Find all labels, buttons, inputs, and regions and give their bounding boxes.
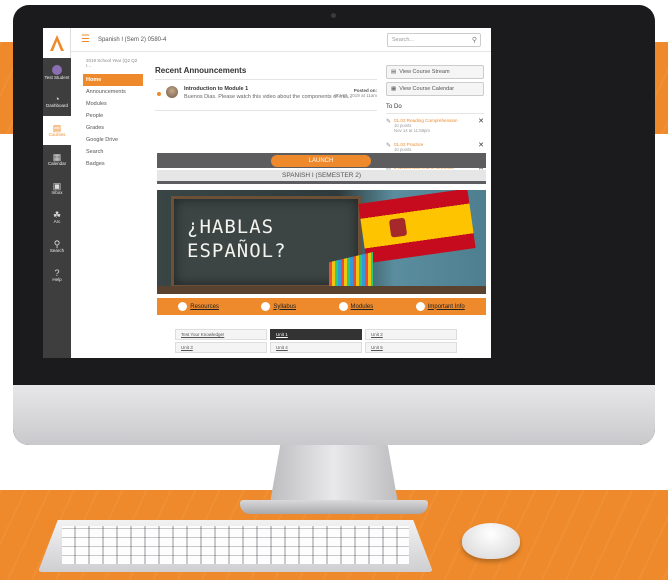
syllabus-icon [261,302,271,311]
unit-row: Test Your Knowledge! Unit 1 Unit 2 [175,329,471,340]
assignment-icon: ✎ [386,119,392,125]
button-label: View Course Stream [399,69,450,75]
course-nav-modules[interactable]: Modules [83,98,143,110]
unit-row: Unit 3 Unit 4 Unit 5 [175,342,471,353]
global-nav-calendar[interactable]: ▦ Calendar [43,145,71,174]
author-avatar [166,86,178,98]
course-title: SPANISH I (SEMESTER 2) [157,170,486,184]
todo-heading: To Do [386,104,484,114]
app-logo[interactable] [43,28,71,58]
global-nav-label: Inbox [51,189,63,195]
tab-label: Important Info [427,303,465,310]
global-nav-label: Help [52,276,62,282]
view-course-stream-button[interactable]: ▤ View Course Stream [386,65,484,79]
unit-link-unit-1[interactable]: Unit 1 [270,329,362,340]
unit-link-unit-2[interactable]: Unit 2 [365,329,457,340]
unit-link-test-your-knowledge[interactable]: Test Your Knowledge! [175,329,267,340]
banner-line-1: ¿HABLAS [187,216,275,238]
unit-link-unit-5[interactable]: Unit 5 [365,342,457,353]
tab-label: Resources [190,303,219,310]
global-nav-dashboard[interactable]: ◔ Dashboard [43,87,71,116]
announcement-item[interactable]: Introduction to Module 1 Buenos Dias. Pl… [155,80,377,111]
keyboard [38,520,433,572]
course-term: 2019 School Year (Q2 Q2 I... [86,58,138,68]
mouse [462,523,520,559]
top-bar: ☰ Spanish I (Sem 2) 0580-4 Search... ⚲ [71,28,491,52]
search-placeholder: Search... [392,37,415,43]
launch-bar: LAUNCH [157,153,486,168]
course-nav-search[interactable]: Search [83,146,143,158]
view-course-calendar-button[interactable]: ▦ View Course Calendar [386,82,484,96]
dismiss-icon[interactable]: ✕ [478,141,484,149]
unit-link-unit-4[interactable]: Unit 4 [270,342,362,353]
main-content: Recent Announcements Introduction to Mod… [155,56,377,111]
tab-resources[interactable]: Resources [178,302,219,311]
course-nav: 2019 School Year (Q2 Q2 I... Home Announ… [83,56,143,170]
tab-label: Modules [350,303,374,310]
unit-link-unit-3[interactable]: Unit 3 [175,342,267,353]
info-icon [415,302,425,311]
lms-screen: Test Student ◔ Dashboard ▤ Courses ▦ Calend… [43,28,491,358]
global-nav-search[interactable]: ⚲ Search [43,232,71,261]
button-label: View Course Calendar [399,86,455,92]
todo-due: Nov 14 at 11:59pm [394,128,430,134]
global-nav-label: Test Student [44,74,70,80]
announcement-body: Buenos Dias. Please watch this video abo… [184,94,353,100]
global-nav-arc[interactable]: ☘ Arc [43,203,71,232]
breadcrumb[interactable]: Spanish I (Sem 2) 0580-4 [98,37,166,43]
monitor-stand-base [240,500,428,514]
announcement-title[interactable]: Introduction to Module 1 [184,86,352,92]
course-nav-announcements[interactable]: Announcements [83,86,143,98]
global-nav-account[interactable]: Test Student [43,58,71,87]
global-nav-courses[interactable]: ▤ Courses [43,116,71,145]
global-nav-label: Calendar [47,160,67,166]
banner-desk [157,286,486,294]
global-nav-label: Arc [53,218,61,224]
camera-dot [331,13,336,18]
tab-syllabus[interactable]: Syllabus [261,302,296,311]
global-nav-label: Search [49,247,65,253]
announcements-heading: Recent Announcements [155,66,377,80]
banner-chalk-text: ¿HABLAS ESPAÑOL? [187,216,287,264]
global-nav-inbox[interactable]: ▣ Inbox [43,174,71,203]
launch-button[interactable]: LAUNCH [271,154,371,167]
unit-links: Test Your Knowledge! Unit 1 Unit 2 Unit … [175,329,471,355]
course-banner-image: ¿HABLAS ESPAÑOL? [157,190,486,294]
course-nav-badges[interactable]: Badges [83,158,143,170]
course-tabs: Resources Syllabus Modules Important Inf… [157,298,486,315]
course-nav-google-drive[interactable]: Google Drive [83,134,143,146]
resources-icon [178,302,188,311]
todo-item[interactable]: ✎ 01.02 Reading Comprehension 10 points … [386,114,484,138]
course-nav-people[interactable]: People [83,110,143,122]
global-nav-label: Courses [48,131,66,137]
logo-icon [49,34,65,52]
unread-dot-icon [157,92,161,96]
global-nav-help[interactable]: ? Help [43,261,71,290]
user-avatar-icon [52,64,62,75]
course-nav-home[interactable]: Home [83,74,143,86]
monitor-chin [13,385,655,445]
tab-label: Syllabus [273,303,297,310]
tab-important-info[interactable]: Important Info [415,302,465,311]
global-nav: Test Student ◔ Dashboard ▤ Courses ▦ Calend… [43,28,71,358]
global-nav-label: Dashboard [45,102,68,108]
banner-line-2: ESPAÑOL? [187,239,287,262]
modules-icon [338,302,348,311]
monitor-stand [270,445,398,503]
calendar-icon: ▦ [391,86,397,92]
announcement-meta: Posted on: Oct 17, 2019 at 11am [334,88,377,98]
tab-modules[interactable]: Modules [338,302,374,311]
assignment-icon: ✎ [386,142,392,149]
stream-icon: ▤ [391,69,397,75]
course-nav-grades[interactable]: Grades [83,122,143,134]
search-input[interactable]: Search... ⚲ [387,33,481,47]
dismiss-icon[interactable]: ✕ [478,117,484,125]
posted-date: Oct 17, 2019 at 11am [334,93,377,98]
hamburger-menu-icon[interactable]: ☰ [81,34,90,45]
search-icon[interactable]: ⚲ [472,36,477,44]
